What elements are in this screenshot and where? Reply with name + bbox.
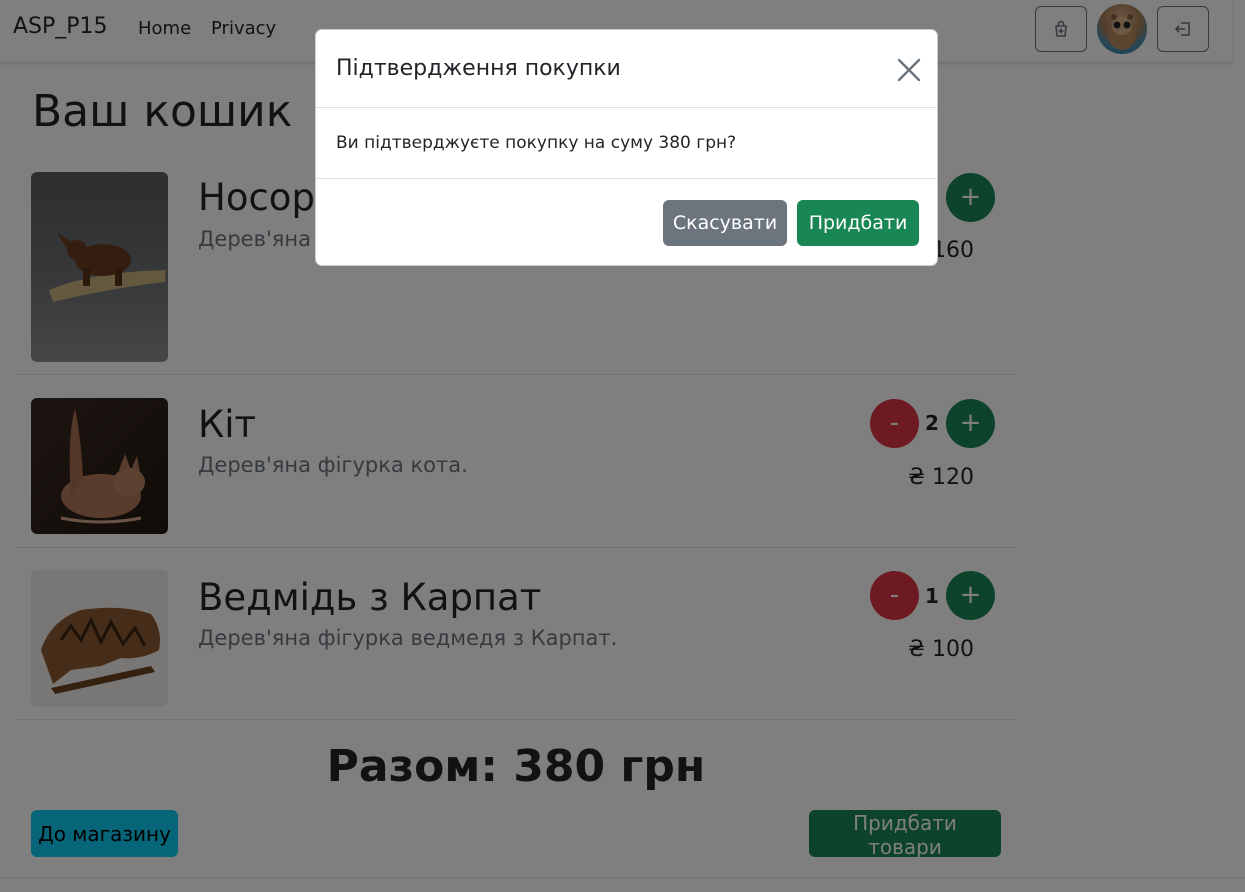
close-icon — [897, 58, 921, 82]
cancel-button[interactable]: Скасувати — [663, 200, 787, 246]
modal-header: Підтвердження покупки — [316, 30, 937, 108]
modal-body: Ви підтверджуєте покупку на суму 380 грн… — [316, 108, 937, 179]
purchase-confirm-modal: Підтвердження покупки Ви підтверджуєте п… — [315, 29, 938, 266]
modal-title: Підтвердження покупки — [336, 56, 621, 81]
confirm-purchase-button[interactable]: Придбати — [797, 200, 919, 246]
close-button[interactable] — [894, 55, 924, 85]
modal-message: Ви підтверджуєте покупку на суму 380 грн… — [336, 133, 737, 153]
